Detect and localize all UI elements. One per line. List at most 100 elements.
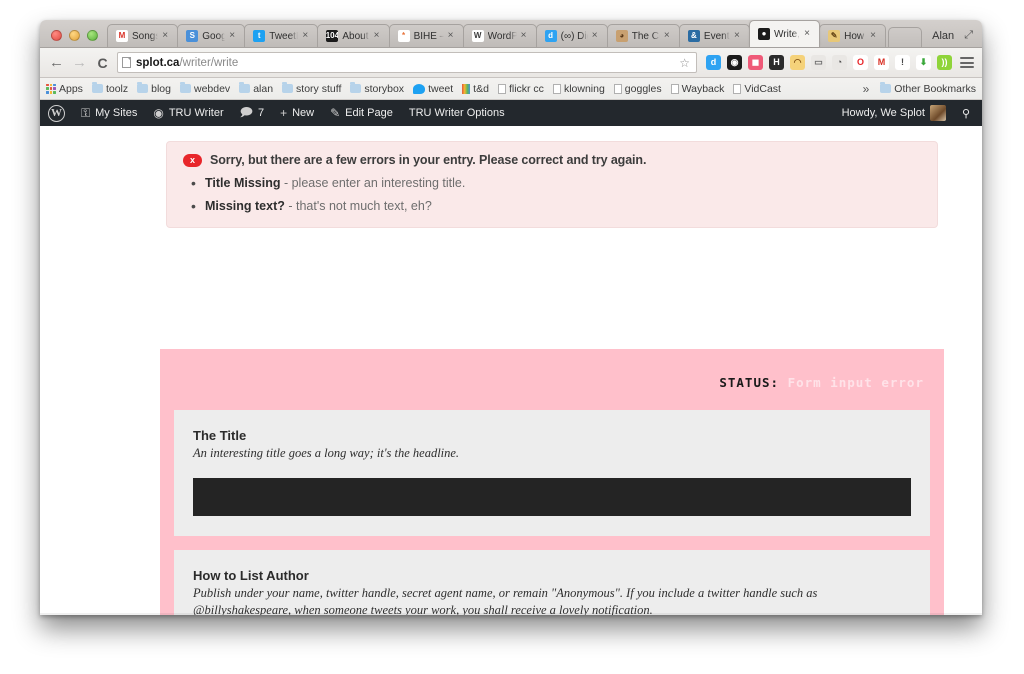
adminbar-item-label: My Sites (95, 107, 138, 119)
browser-tab[interactable]: *BIHE – F × (388, 24, 464, 47)
close-tab-icon[interactable]: × (374, 31, 383, 41)
bookmark-wayback[interactable]: Wayback (670, 83, 724, 95)
browser-tab[interactable]: M Songs tl× (107, 24, 179, 47)
adminbar-item-edit-page[interactable]: ✎ Edit Page (322, 100, 401, 126)
tab-title: The Cog (631, 30, 660, 42)
bookmark-vidcast[interactable]: VidCast (733, 83, 781, 95)
opera-extension-icon[interactable]: O (853, 55, 868, 70)
page-icon (613, 83, 622, 94)
url-path: /writer/write (179, 56, 239, 69)
download-extension-icon[interactable]: ⬇ (916, 55, 931, 70)
chromecast-extension-icon[interactable]: ▭ (811, 55, 826, 70)
digg-icon: d (544, 30, 557, 42)
bookmarks-bar: Apps toolz blog webdev alan story stuff storyb… (40, 78, 982, 100)
error-item-title: Title Missing (205, 176, 281, 190)
bookmark-goggles[interactable]: goggles (613, 83, 662, 95)
browser-tab[interactable]: tTweetDe × (244, 24, 319, 47)
page-icon (497, 83, 506, 94)
new-tab-button[interactable] (888, 27, 923, 47)
browser-tab[interactable]: ◕The Cog × (606, 24, 680, 47)
admin-bar-items: ⚿ My Sites ◉ TRU Writer 🗩 7 + New ✎ Edit Page TRU … (73, 100, 513, 126)
bookmark-tweet[interactable]: tweet (413, 83, 453, 95)
bookmark-apps[interactable]: Apps (46, 83, 83, 95)
profile-name[interactable]: Alan (922, 30, 964, 47)
browser-tab[interactable]: d(∞) Dige × (535, 24, 608, 47)
browser-tab[interactable]: &Events | × (678, 24, 751, 47)
browser-tab[interactable]: SGoogle × (177, 24, 246, 47)
tab-strip: MSongs tl×SGoogle ×tTweetDe×104About th×… (40, 20, 982, 48)
hypothesis-extension-icon[interactable]: H (769, 55, 784, 70)
adminbar-item-tru-writer[interactable]: ◉ TRU Writer (145, 100, 231, 126)
bookmark-story-stuff[interactable]: story stuff (282, 82, 342, 95)
zoom-window-button[interactable] (87, 30, 98, 41)
fullscreen-icon[interactable]: ⤢ (964, 29, 982, 47)
address-bar[interactable]: splot.ca/writer/write ☆ (117, 52, 697, 73)
browser-tab[interactable]: WWordPre × (462, 24, 537, 47)
close-tab-icon[interactable]: × (870, 31, 879, 41)
adminbar-item-my-sites[interactable]: ⚿ My Sites (73, 100, 145, 126)
bookmark-t-d[interactable]: t&d (462, 83, 489, 95)
close-tab-icon[interactable]: × (302, 31, 311, 41)
back-button[interactable]: ← (48, 55, 65, 70)
hootsuite-extension-icon[interactable]: ◠ (790, 55, 805, 70)
adminbar-item-label: TRU Writer Options (408, 107, 505, 119)
browser-tab[interactable]: 104About th × (317, 24, 390, 47)
chat-extension-icon[interactable]: ◼ (748, 55, 763, 70)
adminbar-item-new[interactable]: + New (272, 100, 322, 126)
reload-button[interactable]: C (94, 56, 111, 70)
close-tab-icon[interactable]: × (448, 31, 457, 41)
page-icon (670, 83, 679, 94)
pencil-icon: ✎ (828, 30, 841, 42)
tab-title: Write, R (774, 28, 800, 40)
close-window-button[interactable] (51, 30, 62, 41)
bookmark-blog[interactable]: blog (137, 82, 171, 95)
close-tab-icon[interactable]: × (734, 31, 743, 41)
close-tab-icon[interactable]: × (229, 31, 238, 41)
tab-title: How to (844, 30, 866, 42)
camera-extension-icon[interactable]: ◉ (727, 55, 742, 70)
bookmark-klowning[interactable]: klowning (552, 83, 605, 95)
wordpress-logo-button[interactable]: W (40, 100, 73, 126)
digg-extension-icon[interactable]: d (706, 55, 721, 70)
bookmark-toolz[interactable]: toolz (91, 82, 128, 95)
close-tab-icon[interactable]: × (592, 31, 601, 41)
bookmark-star-icon[interactable]: ☆ (679, 56, 692, 70)
bookmark-storybox[interactable]: storybox (350, 82, 404, 95)
field-help-text: Publish under your name, twitter handle,… (193, 586, 818, 615)
adminbar-item-7[interactable]: 🗩 7 (232, 100, 272, 126)
sound-extension-icon[interactable]: )) (937, 55, 952, 70)
bookmark-flickr-cc[interactable]: flickr cc (497, 83, 544, 95)
bookmark-other-bookmarks[interactable]: Other Bookmarks (880, 82, 976, 95)
close-tab-icon[interactable]: × (664, 31, 673, 41)
browser-tab[interactable]: ✎How to × (819, 24, 887, 47)
info-extension-icon[interactable]: ! (895, 55, 910, 70)
bookmark-webdev[interactable]: webdev (179, 82, 230, 95)
key-icon: ⚿ (81, 105, 91, 120)
close-tab-icon[interactable]: × (804, 29, 813, 39)
error-item-detail: - that's not much text, eh? (284, 199, 432, 213)
evernote-extension-icon[interactable]: ◔ (832, 55, 847, 70)
close-tab-icon[interactable]: × (162, 31, 171, 41)
bookmark-alan[interactable]: alan (239, 82, 273, 95)
comment-icon: 🗩 (239, 104, 253, 119)
window-controls (44, 30, 107, 47)
forward-button[interactable]: → (71, 55, 88, 70)
field-label: How to List Author (193, 568, 309, 583)
minimize-window-button[interactable] (69, 30, 80, 41)
browser-tab[interactable]: ●Write, R × (749, 20, 821, 47)
close-tab-icon[interactable]: × (521, 31, 530, 41)
bookmarks-overflow-icon[interactable]: » (861, 82, 872, 96)
gmail-extension-icon[interactable]: M (874, 55, 889, 70)
extension-icons: d ◉ ◼ H ◠ ▭ ◔ O M! ⬇)) (703, 55, 952, 70)
status-line: STATUS: Form input error (174, 349, 930, 410)
title-input[interactable] (193, 478, 911, 516)
adminbar-item-tru-writer-options[interactable]: TRU Writer Options (401, 100, 513, 126)
bookmark-label: story stuff (296, 82, 342, 95)
search-icon[interactable]: ⚲ (954, 100, 978, 126)
howdy-menu[interactable]: Howdy, We Splot (834, 100, 954, 126)
tab-list: MSongs tl×SGoogle ×tTweetDe×104About th×… (107, 20, 887, 47)
flower-icon: * (397, 30, 410, 42)
rainbow-icon (462, 83, 471, 94)
tab-title: (∞) Dige (560, 30, 588, 42)
chrome-menu-icon[interactable] (960, 57, 974, 68)
